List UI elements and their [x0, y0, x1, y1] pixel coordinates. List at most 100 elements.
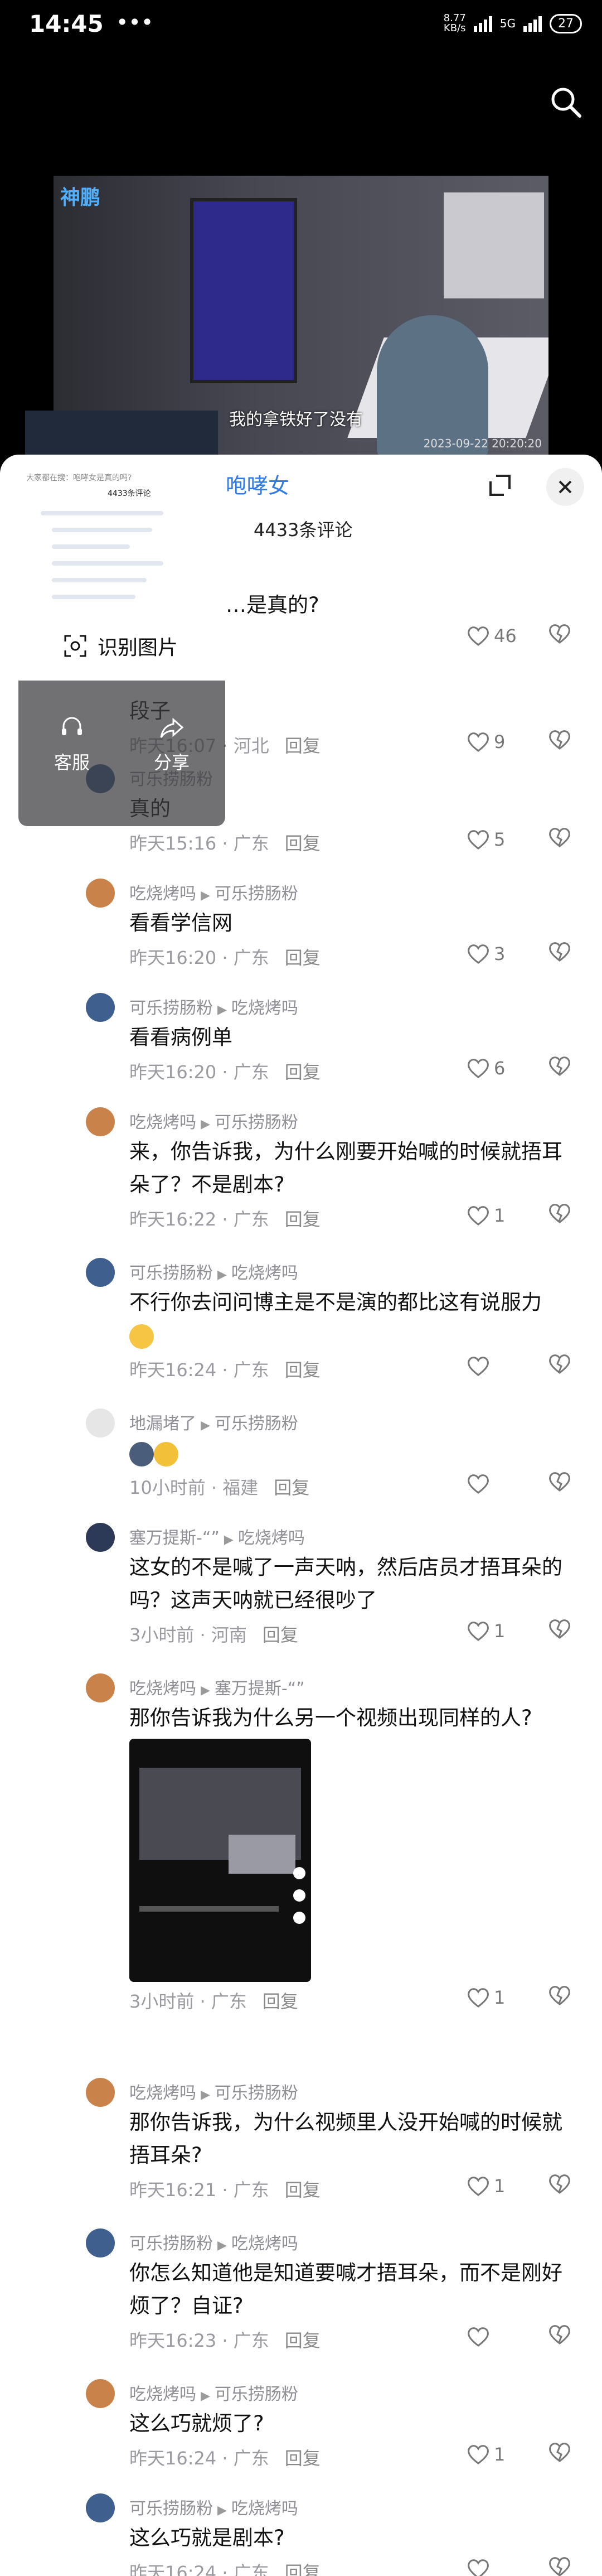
comment-time: 3小时前	[129, 1624, 195, 1646]
like-button[interactable]: 1	[466, 1202, 544, 1229]
dislike-button[interactable]	[547, 1055, 575, 1082]
dislike-button[interactable]	[547, 2441, 575, 2468]
like-button[interactable]: 6	[466, 1055, 544, 1082]
reply-button[interactable]: 回复	[285, 2179, 321, 2201]
comment-avatar[interactable]	[86, 1408, 115, 1437]
like-button[interactable]: 1	[466, 1984, 544, 2011]
comment-text[interactable]	[129, 1436, 570, 1469]
share-button[interactable]: 分享	[127, 714, 216, 774]
like-button[interactable]	[466, 2555, 544, 2576]
search-button[interactable]	[547, 84, 586, 123]
video-timestamp: 2023-09-22 20:20:20	[423, 437, 542, 450]
comment-avatar[interactable]	[86, 1523, 115, 1552]
comment-avatar[interactable]	[86, 1673, 115, 1702]
comment-time: 昨天16:24	[129, 1359, 217, 1381]
comment-text[interactable]: 那你告诉我为什么另一个视频出现同样的人?	[129, 1701, 570, 1734]
reply-button[interactable]: 回复	[285, 1209, 321, 1230]
reply-button[interactable]: 回复	[285, 833, 321, 854]
like-button[interactable]: 46	[466, 623, 544, 649]
comment-text[interactable]: 那你告诉我，为什么视频里人没开始喊的时候就捂耳朵?	[129, 2106, 570, 2172]
comment-avatar[interactable]	[86, 2078, 115, 2107]
dislike-button[interactable]	[547, 1353, 575, 1379]
like-button[interactable]: 1	[466, 2173, 544, 2199]
comment-text[interactable]: …是真的?	[226, 588, 602, 621]
dislike-button[interactable]	[547, 623, 575, 649]
comment-avatar[interactable]	[86, 993, 115, 1022]
like-button[interactable]: 5	[466, 826, 544, 853]
reply-button[interactable]: 回复	[285, 1359, 321, 1381]
like-count: 6	[494, 1058, 506, 1079]
reply-button[interactable]: 回复	[263, 1624, 298, 1646]
video-caption: 我的拿铁好了没有	[229, 410, 363, 430]
reply-button[interactable]: 回复	[285, 2448, 321, 2469]
comment-text[interactable]: 这么巧就烦了?	[129, 2407, 570, 2440]
comment-meta: 昨天16:23 · 广东 回复	[129, 2330, 321, 2351]
comment-text[interactable]: 看看学信网	[129, 906, 570, 939]
video-logo: 神鹏	[60, 186, 101, 209]
like-button[interactable]: 3	[466, 940, 544, 967]
dislike-button[interactable]	[547, 729, 575, 755]
like-button[interactable]	[466, 2323, 544, 2350]
comment-author[interactable]: 吃烧烤吗 ▶ 塞万提斯-“”	[129, 1675, 305, 1699]
comment-author[interactable]: 可乐捞肠粉 ▶ 吃烧烤吗	[129, 994, 298, 1019]
comment-avatar[interactable]	[86, 879, 115, 908]
like-button[interactable]: 9	[466, 729, 544, 755]
comment-author[interactable]: 吃烧烤吗 ▶ 可乐捞肠粉	[129, 2079, 298, 2104]
dislike-button[interactable]	[547, 1202, 575, 1229]
comment-author[interactable]: 地漏堵了 ▶ 可乐捞肠粉	[129, 1410, 298, 1434]
reply-button[interactable]: 回复	[285, 735, 321, 756]
reply-button[interactable]: 回复	[274, 1477, 309, 1498]
comment-text[interactable]: 来，你告诉我，为什么刚要开始喊的时候就捂耳朵了？不是剧本?	[129, 1135, 570, 1201]
comment-meta: 昨天16:24 · 广东 回复	[129, 2559, 321, 2576]
reply-button[interactable]: 回复	[285, 2562, 321, 2576]
recognize-image-button[interactable]: 识别图片	[18, 611, 225, 681]
dislike-button[interactable]	[547, 1984, 575, 2011]
comment-avatar[interactable]	[86, 1107, 115, 1136]
comment-avatar[interactable]	[86, 1258, 115, 1287]
reply-arrow-icon: ▶	[201, 1683, 210, 1697]
reply-arrow-icon: ▶	[217, 1003, 227, 1017]
reply-button[interactable]: 回复	[285, 2330, 321, 2351]
reply-arrow-icon: ▶	[201, 1117, 210, 1131]
like-button[interactable]: 1	[466, 1618, 544, 1644]
dislike-button[interactable]	[547, 1618, 575, 1644]
panel-search-keyword[interactable]: 咆哮女	[226, 469, 289, 499]
like-button[interactable]: 1	[466, 2441, 544, 2468]
comment-avatar[interactable]	[86, 2379, 115, 2408]
comment-text[interactable]: 不行你去问问博主是不是演的都比这有说服力	[129, 1286, 570, 1352]
comment-meta: 10小时前 · 福建 回复	[129, 1477, 310, 1498]
customer-service-button[interactable]: 客服	[27, 714, 116, 774]
like-button[interactable]	[466, 1470, 544, 1497]
dislike-button[interactable]	[547, 826, 575, 853]
reply-arrow-icon: ▶	[201, 889, 210, 903]
comment-count: 4433条评论	[254, 519, 353, 541]
reply-button[interactable]: 回复	[285, 1062, 321, 1083]
comment-text[interactable]: 这么巧就是剧本?	[129, 2521, 570, 2554]
reply-arrow-icon: ▶	[217, 2503, 227, 2517]
broken-heart-icon	[549, 1204, 570, 1223]
reply-button[interactable]: 回复	[285, 947, 321, 968]
dislike-button[interactable]	[547, 2173, 575, 2199]
dislike-button[interactable]	[547, 2555, 575, 2576]
comment-author[interactable]: 可乐捞肠粉 ▶ 吃烧烤吗	[129, 2230, 298, 2254]
dislike-button[interactable]	[547, 940, 575, 967]
comment-author[interactable]: 可乐捞肠粉 ▶ 吃烧烤吗	[129, 2495, 298, 2519]
comment-text[interactable]: 看看病例单	[129, 1021, 570, 1054]
reply-button[interactable]: 回复	[263, 1991, 298, 2012]
comment-text[interactable]: 这女的不是喊了一声天呐，然后店员才捂耳朵的吗？这声天呐就已经很吵了	[129, 1551, 570, 1617]
comment-author[interactable]: 吃烧烤吗 ▶ 可乐捞肠粉	[129, 880, 298, 904]
dislike-button[interactable]	[547, 1470, 575, 1497]
comment-author[interactable]: 吃烧烤吗 ▶ 可乐捞肠粉	[129, 2380, 298, 2405]
comment-avatar[interactable]	[86, 2228, 115, 2257]
comment-author[interactable]: 可乐捞肠粉 ▶ 吃烧烤吗	[129, 1259, 298, 1284]
comment-text[interactable]: 你怎么知道他是知道要喊才捂耳朵，而不是刚好烦了？自证?	[129, 2256, 570, 2322]
comment-image[interactable]	[129, 1739, 311, 1982]
like-button[interactable]	[466, 1353, 544, 1379]
comment-author[interactable]: 吃烧烤吗 ▶ 可乐捞肠粉	[129, 1108, 298, 1133]
comment-avatar[interactable]	[86, 2493, 115, 2522]
comment-author[interactable]: 塞万提斯-“” ▶ 吃烧烤吗	[129, 1524, 305, 1549]
share-icon	[160, 717, 184, 738]
close-button[interactable]	[546, 468, 584, 506]
dislike-button[interactable]	[547, 2323, 575, 2350]
expand-button[interactable]	[484, 469, 516, 501]
